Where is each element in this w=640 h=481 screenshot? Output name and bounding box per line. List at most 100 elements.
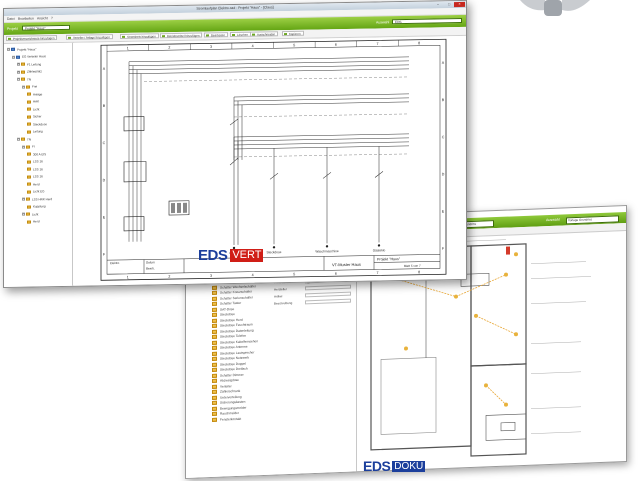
- tree-item[interactable]: HAK: [27, 99, 39, 104]
- tree-item-label: LSS HRK Herd: [32, 196, 53, 201]
- toolbar-button[interactable]: Ausschneiden: [250, 31, 279, 37]
- tree-toggle-icon[interactable]: −: [17, 77, 20, 81]
- column-number: 6: [335, 272, 337, 276]
- property-row: Beschreibung: [274, 298, 354, 307]
- tree-toggle-icon[interactable]: −: [22, 85, 25, 89]
- minimize-button[interactable]: –: [434, 2, 442, 7]
- tree-item-label: Licht: [32, 211, 39, 216]
- tree-toggle-icon[interactable]: −: [22, 212, 25, 216]
- tree-item[interactable]: − EG Verteiler Haus: [12, 54, 46, 60]
- symbol-icon: [212, 340, 217, 345]
- tree-item[interactable]: − TN: [17, 137, 31, 142]
- tree-item[interactable]: LSS 16: [27, 174, 43, 179]
- menu-file[interactable]: Datei: [7, 17, 15, 21]
- toolbar-button[interactable]: Betriebsmittel hinzufügen: [160, 32, 203, 39]
- property-value[interactable]: [305, 298, 351, 305]
- tb-sheet: Blatt 5 von 7: [404, 264, 421, 268]
- maximize-button[interactable]: □: [445, 2, 453, 7]
- tree-item-label: Herd: [33, 219, 40, 224]
- tree-item[interactable]: Herd: [27, 219, 40, 224]
- tree-item[interactable]: Steckdose: [27, 121, 47, 126]
- tree-item[interactable]: − Frei: [22, 84, 37, 89]
- tree-item-label: LSS 16: [33, 159, 43, 164]
- tree-item[interactable]: − LSS HRK Herd: [22, 196, 52, 202]
- doku-tree-label: Abzweigdose: [220, 377, 239, 383]
- symbol-icon: [212, 417, 217, 422]
- tree-item[interactable]: − Projekt "Haus": [7, 46, 36, 52]
- tree-item[interactable]: LSS 16: [27, 159, 43, 164]
- toolbar-button[interactable]: Löschen: [230, 31, 251, 38]
- tree-item[interactable]: Leitung: [27, 129, 43, 134]
- toolbar-button[interactable]: Bearbeiten: [204, 32, 228, 38]
- tree-item-label: Steckdose: [33, 121, 48, 126]
- toolbar-button[interactable]: Projektverzeichnisse hinzufügen: [6, 35, 58, 41]
- circuit-schematic[interactable]: 1122334455667788 AABBCCDDEEFF Steckdose …: [74, 36, 466, 286]
- folder-icon: [21, 137, 25, 141]
- project-tree: − Projekt "Haus" − EG Verteiler Haus + F1 Lei…: [4, 42, 73, 287]
- symbol-icon: [212, 378, 217, 383]
- doku-tree-label: Fensterkontakt: [220, 416, 242, 422]
- symbol-icon: [212, 367, 217, 372]
- tree-item[interactable]: Licht EG: [27, 189, 45, 194]
- tree-item[interactable]: 300 A EIS: [27, 151, 46, 156]
- symbol-icon: [212, 290, 217, 295]
- search-input[interactable]: EDS: [392, 17, 462, 25]
- tree-toggle-icon[interactable]: −: [7, 47, 10, 51]
- tree-item[interactable]: Sicher: [27, 114, 42, 119]
- project-select[interactable]: Projekt "Haus": [22, 24, 70, 31]
- folder-icon: [21, 62, 25, 66]
- menu-help[interactable]: ?: [51, 16, 53, 20]
- toolbar-button[interactable]: Verteiler / Anlage hinzufügen: [66, 34, 113, 40]
- tree-toggle-icon[interactable]: +: [17, 62, 20, 66]
- schematic-canvas[interactable]: 1122334455667788 AABBCCDDEEFF Steckdose …: [74, 35, 466, 286]
- symbol-icon: [212, 356, 217, 361]
- column-number: 4: [252, 44, 254, 48]
- tree-toggle-icon[interactable]: −: [22, 145, 25, 149]
- tree-item[interactable]: − Licht: [22, 211, 38, 216]
- tree-item[interactable]: Herd: [27, 181, 40, 186]
- tree-toggle-icon[interactable]: −: [22, 197, 25, 201]
- tree-item[interactable]: + Zählerplatz: [17, 69, 42, 74]
- toolbar-button[interactable]: Stromkreis hinzufügen: [120, 33, 159, 39]
- row-letter: D: [442, 172, 445, 176]
- tree-toggle-icon[interactable]: +: [17, 70, 20, 74]
- folder-icon: [27, 175, 31, 179]
- doku-tree-label: Rauchmelder: [220, 410, 239, 416]
- folder-icon: [26, 197, 30, 201]
- tree-item[interactable]: Anlage: [27, 91, 42, 96]
- folder-icon: [27, 152, 31, 156]
- toolbar-button[interactable]: Kopieren: [282, 30, 304, 37]
- close-button[interactable]: ×: [454, 1, 465, 8]
- folder-icon: [27, 100, 31, 104]
- doku-logo-brand: EDS: [363, 458, 391, 474]
- tree-item[interactable]: + F1 Leitung: [17, 61, 41, 66]
- property-value[interactable]: [305, 284, 351, 291]
- tree-item[interactable]: Kupplung: [27, 204, 46, 209]
- doku-tree-item[interactable]: Fensterkontakt: [212, 416, 241, 422]
- project-label: Projekt: [7, 26, 18, 31]
- doku-tree-label: Steckdose Lautsprecher: [220, 349, 255, 356]
- doku-tree-label: Verteiler: [220, 383, 232, 389]
- column-number: 5: [293, 272, 295, 276]
- tb-project: Projekt "Haus": [377, 257, 401, 261]
- column-number: 4: [252, 273, 254, 277]
- tree-item[interactable]: Licht: [27, 106, 39, 111]
- menu-edit[interactable]: Bearbeiten: [18, 16, 34, 20]
- menu-view[interactable]: Ansicht: [37, 16, 48, 20]
- tree-item-label: Zählerplatz: [27, 69, 42, 74]
- tree-item[interactable]: LSS 16: [27, 166, 43, 171]
- doku-tree-label: Steckdose Kabelfernsehen: [220, 338, 259, 345]
- tree-item[interactable]: − FI: [22, 144, 35, 149]
- symbol-icon: [212, 373, 217, 378]
- column-number: 7: [377, 271, 379, 275]
- consumer-label: Gästeklo: [373, 248, 386, 252]
- doku-tree-label: Steckdose Datenleitung: [220, 327, 254, 334]
- doku-logo-product: DOKU: [392, 460, 426, 472]
- tree-toggle-icon[interactable]: −: [12, 55, 15, 59]
- tree-item-label: Licht EG: [33, 189, 45, 194]
- folder-icon: [21, 77, 25, 81]
- column-number: 7: [377, 42, 379, 46]
- property-value[interactable]: [305, 291, 351, 298]
- tree-item[interactable]: − TN: [17, 77, 31, 82]
- tree-toggle-icon[interactable]: −: [17, 137, 20, 141]
